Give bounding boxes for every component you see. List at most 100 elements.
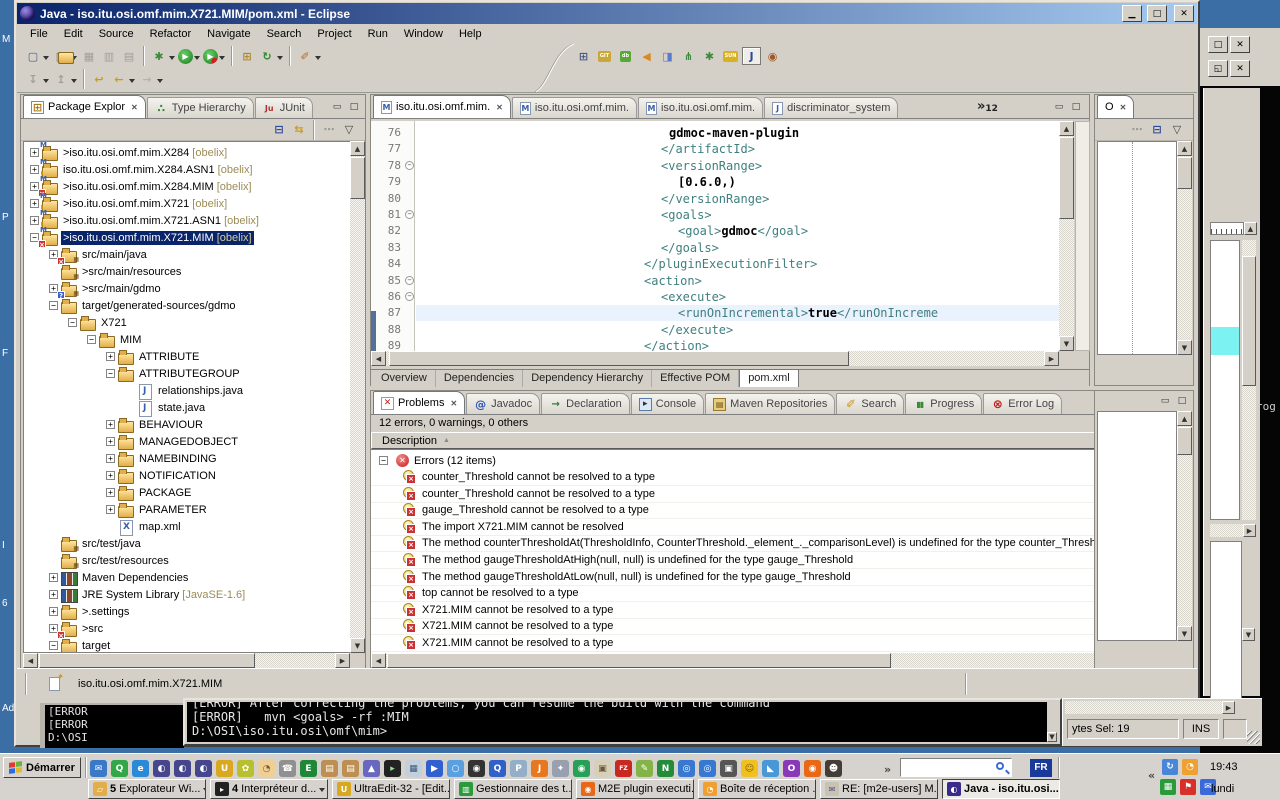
problem-row[interactable]: X721.MIM cannot be resolved to a type (371, 618, 1179, 635)
console-window-behind[interactable]: [ERROR[ERRORD:\OSI (40, 703, 184, 748)
problem-row[interactable]: counter_Threshold cannot be resolved to … (371, 469, 1179, 486)
scroll-down-button[interactable]: ▼ (1242, 628, 1255, 641)
code-line[interactable]: </execute> (661, 322, 733, 338)
view-tab-javadoc[interactable]: Javadoc (466, 393, 540, 414)
quicklaunch-spray-icon[interactable]: ✎ (636, 760, 653, 777)
tree-item-maven-dependencies[interactable]: +Maven Dependencies (49, 569, 190, 586)
tree-item-jre-system-library[interactable]: +JRE System Library [JavaSE-1.6] (49, 586, 247, 603)
scroll-right-button[interactable]: ▶ (1044, 351, 1059, 366)
page-tab-dependency-hierarchy[interactable]: Dependency Hierarchy (523, 370, 652, 387)
quicklaunch-overflow-chevron[interactable]: » (884, 763, 891, 776)
menu-search[interactable]: Search (260, 26, 309, 42)
editor-hscrollbar[interactable]: ◀▶ (371, 351, 1059, 366)
tree-expander[interactable]: − (49, 301, 58, 310)
description-column-header[interactable]: Description ▲ (371, 432, 1177, 449)
quicklaunch-eye-icon[interactable]: ◉ (573, 760, 590, 777)
quicklaunch-snagit-icon[interactable]: ✿ (237, 760, 254, 777)
tree-expander[interactable]: + (49, 573, 58, 582)
menu-navigate[interactable]: Navigate (200, 26, 257, 42)
scroll-left-button[interactable]: ◀ (23, 653, 38, 668)
scroll-down-button[interactable]: ▼ (1047, 732, 1057, 742)
fold-marker[interactable]: − (405, 210, 414, 219)
close-tab-icon[interactable]: ✕ (450, 399, 457, 408)
tree-expander[interactable]: + (106, 488, 115, 497)
back-button-dropdown[interactable] (129, 79, 135, 86)
problem-row[interactable]: The method counterThresholdAt(ThresholdI… (371, 535, 1179, 552)
problem-row[interactable]: The method gaugeThresholdAtLow(null, nul… (371, 569, 1179, 586)
prev-annotation-button[interactable]: ↥ (52, 70, 70, 88)
tree-item-package[interactable]: +PACKAGE (106, 484, 193, 501)
outline-vscrollbar[interactable]: ▲▼ (1177, 141, 1192, 355)
quicklaunch-regedit-icon[interactable]: ▦ (405, 760, 422, 777)
tree-item-iso-itu-osi-omf-mim-x284-asn1[interactable]: +M!iso.itu.osi.omf.mim.X284.ASN1 [obelix… (30, 161, 255, 178)
link-with-editor-button[interactable]: ⇆ (290, 121, 308, 139)
scrollbar-thumb[interactable] (387, 653, 891, 668)
collapse-all-button[interactable]: ⊟ (270, 121, 288, 139)
code-line[interactable]: </artifactId> (661, 141, 755, 157)
tree-item-behaviour[interactable]: +BEHAVIOUR (106, 416, 205, 433)
quicklaunch-eclipse-b-icon[interactable]: ◐ (174, 760, 191, 777)
taskbar-button-explorateur-wi[interactable]: ▱5Explorateur Wi... (88, 779, 206, 799)
forward-button[interactable]: → (138, 70, 156, 88)
quicklaunch-quicktime-icon[interactable]: Q (111, 760, 128, 777)
tree-item-iso-itu-osi-omf-mim-x284[interactable]: +M>iso.itu.osi.omf.mim.X284 [obelix] (30, 144, 229, 161)
close-tab-icon[interactable]: ✕ (496, 103, 503, 112)
scroll-up-button[interactable]: ▲ (1059, 121, 1074, 136)
run-button-dropdown[interactable] (194, 56, 200, 63)
tray-update-icon[interactable]: ↻ (1162, 759, 1178, 775)
start-button[interactable]: Démarrer (3, 757, 81, 778)
maximize-button[interactable]: □ (1208, 36, 1228, 53)
quicklaunch-globe-2-icon[interactable]: ◎ (699, 760, 716, 777)
code-line[interactable]: <execute> (661, 289, 726, 305)
tree-expander[interactable]: + (106, 352, 115, 361)
tree-item-map-xml[interactable]: map.xml (106, 518, 183, 535)
scroll-up-button[interactable]: ▲ (1177, 411, 1192, 426)
menu-run[interactable]: Run (361, 26, 395, 42)
quicklaunch-ie-icon[interactable]: e (132, 760, 149, 777)
tree-expander[interactable]: − (68, 318, 77, 327)
quicklaunch-eclipse-a-icon[interactable]: ◐ (153, 760, 170, 777)
tree-expander[interactable]: − (49, 641, 58, 650)
code-line[interactable]: <goal>gdmoc</goal> (678, 223, 808, 239)
print-button[interactable]: ▤ (120, 47, 138, 65)
external-tools-button-dropdown[interactable] (315, 56, 321, 63)
editor-tab-iso-itu-osi-omf-mim[interactable]: iso.itu.osi.omf.mim. (512, 97, 637, 118)
tray-expand-chevron[interactable]: « (1148, 769, 1155, 782)
tray-flag-icon[interactable]: ⚑ (1180, 779, 1196, 795)
scroll-down-button[interactable]: ▼ (350, 638, 365, 653)
open-plugin-button[interactable] (58, 52, 74, 64)
editor-overflow-chevron[interactable]: »12 (977, 99, 998, 114)
tree-item-settings[interactable]: +>.settings (49, 603, 131, 620)
tree-hscrollbar[interactable]: ◀▶ (23, 653, 350, 668)
view-tab-declaration[interactable]: Declaration (541, 393, 630, 414)
page-tab-pom-xml[interactable]: pom.xml (739, 369, 799, 387)
menu-project[interactable]: Project (310, 26, 358, 42)
new-button[interactable]: ▢ (24, 47, 42, 65)
close-button[interactable]: ✕ (1174, 5, 1194, 22)
quicklaunch-desktop-search-icon[interactable]: ○ (447, 760, 464, 777)
code-editor[interactable]: 76gdmoc-maven-plugin77</artifactId>78−<v… (371, 121, 1059, 351)
tree-expander[interactable]: + (106, 505, 115, 514)
scroll-left-button[interactable]: ◀ (371, 351, 386, 366)
problem-row[interactable]: X721.MIM cannot be resolved to a type (371, 635, 1179, 652)
debug-perspective-button[interactable]: ✱ (700, 47, 719, 65)
view-chevron-button[interactable]: ▽ (340, 121, 358, 139)
scroll-down-button[interactable]: ▼ (1177, 626, 1192, 641)
sync-perspective-button[interactable]: ◀ (637, 47, 656, 65)
quicklaunch-phone-icon[interactable]: ☎ (279, 760, 296, 777)
code-line[interactable]: </goals> (661, 240, 719, 256)
tree-item-parameter[interactable]: +PARAMETER (106, 501, 209, 518)
tree-item-src-main-gdmo[interactable]: +▦?>src/main/gdmo (49, 280, 163, 297)
tree-expander[interactable]: + (106, 437, 115, 446)
scroll-up-button[interactable]: ▲ (350, 141, 365, 156)
tree-item-attribute[interactable]: +ATTRIBUTE (106, 348, 201, 365)
quicklaunch-delta-icon[interactable]: ◣ (762, 760, 779, 777)
quicklaunch-qfinder-icon[interactable]: Q (489, 760, 506, 777)
maximize-button[interactable]: □ (1147, 5, 1167, 22)
refresh-button-dropdown[interactable] (277, 56, 283, 63)
minimize-button[interactable]: ▁ (1122, 5, 1142, 22)
view-tab-progress[interactable]: Progress (905, 393, 982, 414)
tab-outline[interactable]: O✕ (1097, 95, 1134, 118)
tree-item-iso-itu-osi-omf-mim-x284-mim[interactable]: +M×>iso.itu.osi.omf.mim.X284.MIM [obelix… (30, 178, 254, 195)
scrollbar-thumb[interactable] (1177, 157, 1192, 189)
